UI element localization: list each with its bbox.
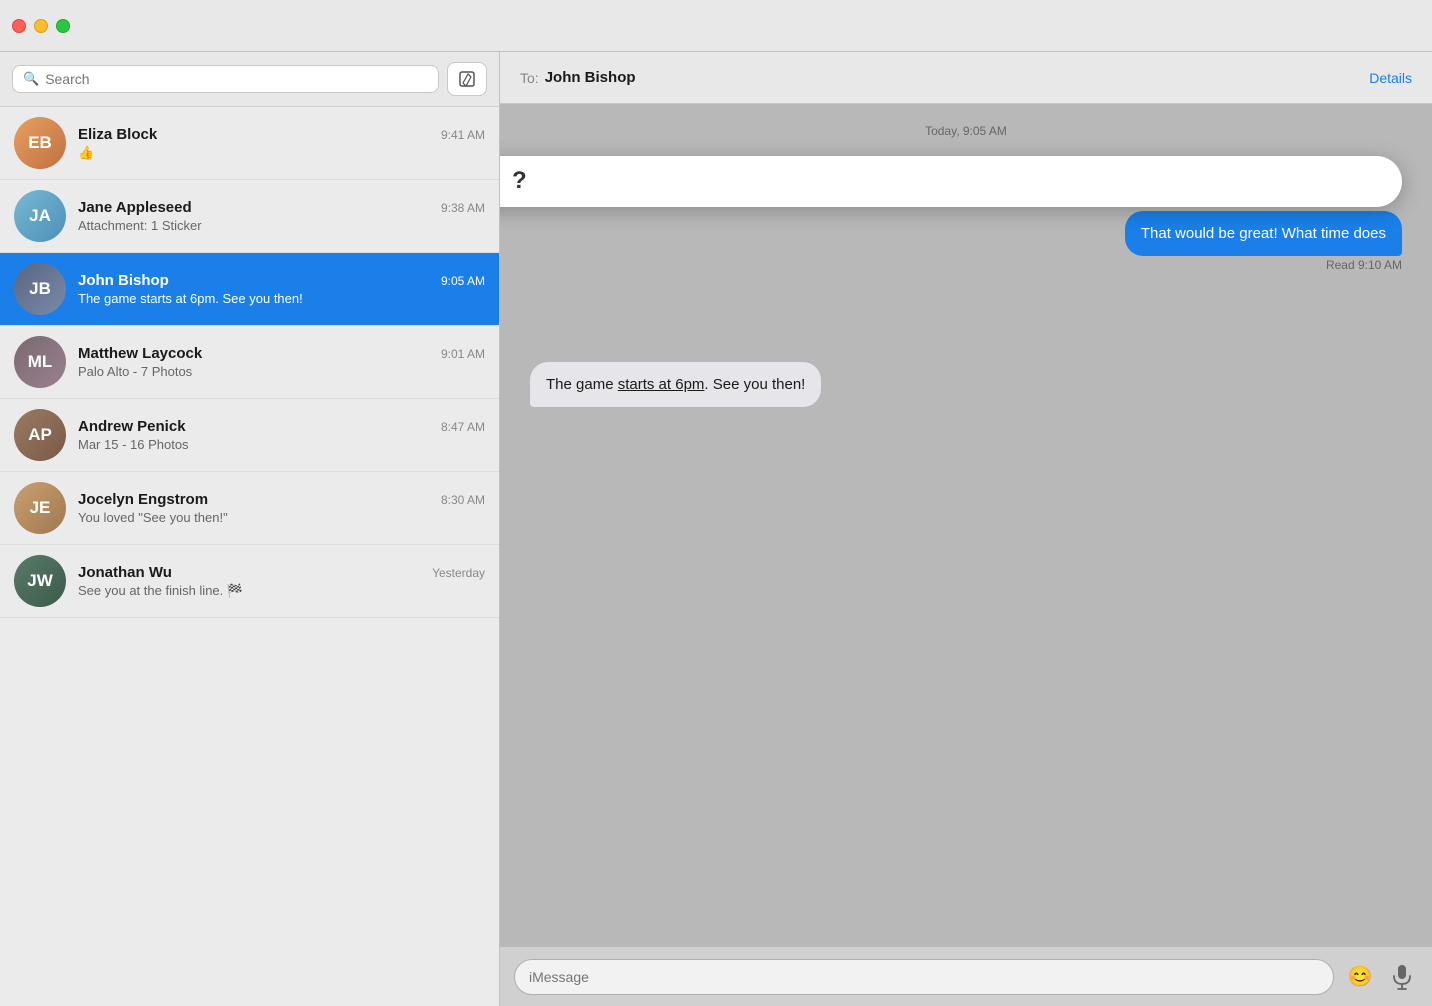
conv-info-jane: Jane Appleseed 9:38 AM Attachment: 1 Sti…	[78, 199, 485, 233]
close-button[interactable]	[12, 19, 26, 33]
conv-time-john: 9:05 AM	[441, 274, 485, 288]
recipient-name: John Bishop	[545, 69, 636, 86]
chat-header: To: John Bishop Details	[500, 52, 1432, 104]
conv-time-matthew: 9:01 AM	[441, 347, 485, 361]
to-label: To:	[520, 70, 539, 86]
imessage-input[interactable]	[514, 959, 1334, 995]
messages-container: Today, 9:05 AM Interested in watching th…	[500, 104, 1432, 946]
conv-preview-jocelyn: You loved "See you then!"	[78, 510, 485, 525]
conv-time-jocelyn: 8:30 AM	[441, 493, 485, 507]
conv-info-jocelyn: Jocelyn Engstrom 8:30 AM You loved "See …	[78, 491, 485, 525]
conv-preview-matthew: Palo Alto - 7 Photos	[78, 364, 485, 379]
compose-button[interactable]	[447, 62, 487, 96]
details-button[interactable]: Details	[1369, 70, 1412, 86]
search-bar[interactable]: 🔍	[12, 65, 439, 93]
conv-name-andrew: Andrew Penick	[78, 418, 186, 435]
sidebar: 🔍 EB Eliza Block 9:41 AM	[0, 52, 500, 1006]
conv-info-matthew: Matthew Laycock 9:01 AM Palo Alto - 7 Ph…	[78, 345, 485, 379]
conversation-list: EB Eliza Block 9:41 AM 👍 JA Jane Applese…	[0, 107, 499, 1006]
search-input[interactable]	[45, 71, 428, 87]
avatar-andrew: AP	[14, 409, 66, 461]
mic-icon	[1392, 964, 1412, 990]
conv-header-matthew: Matthew Laycock 9:01 AM	[78, 345, 485, 362]
conv-info-andrew: Andrew Penick 8:47 AM Mar 15 - 16 Photos	[78, 418, 485, 452]
message-bubble-received-2: The game starts at 6pm. See you then!	[530, 362, 821, 407]
sidebar-header: 🔍	[0, 52, 499, 107]
conv-preview-jonathan: See you at the finish line. 🏁	[78, 583, 485, 599]
message-bubble-sent-1: That would be great! What time does	[1125, 211, 1402, 256]
avatar-eliza: EB	[14, 117, 66, 169]
conv-preview-andrew: Mar 15 - 16 Photos	[78, 437, 485, 452]
chat-area: To: John Bishop Details Today, 9:05 AM I…	[500, 52, 1432, 1006]
conv-name-jonathan: Jonathan Wu	[78, 564, 172, 581]
search-icon: 🔍	[23, 71, 39, 87]
message-row-received-2: The game starts at 6pm. See you then!	[530, 362, 1402, 407]
tapback-popup: ♥ 👍 👎 HAHA !! ?	[500, 156, 1402, 207]
conv-info-john: John Bishop 9:05 AM The game starts at 6…	[78, 272, 485, 306]
conversation-item-john[interactable]: JB John Bishop 9:05 AM The game starts a…	[0, 253, 499, 326]
microphone-button[interactable]	[1386, 961, 1418, 993]
main-container: 🔍 EB Eliza Block 9:41 AM	[0, 52, 1432, 1006]
conv-info-eliza: Eliza Block 9:41 AM 👍	[78, 126, 485, 161]
conv-time-jane: 9:38 AM	[441, 201, 485, 215]
sent-message-container: That would be great! What time does Read…	[530, 211, 1402, 272]
conv-time-andrew: 8:47 AM	[441, 420, 485, 434]
avatar-john: JB	[14, 263, 66, 315]
conv-header-john: John Bishop 9:05 AM	[78, 272, 485, 289]
conv-header-eliza: Eliza Block 9:41 AM	[78, 126, 485, 143]
conversation-item-jonathan[interactable]: JW Jonathan Wu Yesterday See you at the …	[0, 545, 499, 618]
conv-preview-eliza: 👍	[78, 145, 485, 161]
tapback-question[interactable]: ?	[512, 167, 527, 195]
emoji-button[interactable]: 😊	[1344, 961, 1376, 993]
minimize-button[interactable]	[34, 19, 48, 33]
conv-name-jocelyn: Jocelyn Engstrom	[78, 491, 208, 508]
avatar-jocelyn: JE	[14, 482, 66, 534]
conversation-item-jocelyn[interactable]: JE Jocelyn Engstrom 8:30 AM You loved "S…	[0, 472, 499, 545]
conversation-item-andrew[interactable]: AP Andrew Penick 8:47 AM Mar 15 - 16 Pho…	[0, 399, 499, 472]
titlebar	[0, 0, 1432, 52]
conv-name-eliza: Eliza Block	[78, 126, 157, 143]
conv-time-eliza: 9:41 AM	[441, 128, 485, 142]
conv-info-jonathan: Jonathan Wu Yesterday See you at the fin…	[78, 564, 485, 599]
conv-header-jane: Jane Appleseed 9:38 AM	[78, 199, 485, 216]
avatar-jonathan: JW	[14, 555, 66, 607]
conv-header-jocelyn: Jocelyn Engstrom 8:30 AM	[78, 491, 485, 508]
conv-name-jane: Jane Appleseed	[78, 199, 192, 216]
avatar-jane: JA	[14, 190, 66, 242]
conv-name-john: John Bishop	[78, 272, 169, 289]
conversation-item-eliza[interactable]: EB Eliza Block 9:41 AM 👍	[0, 107, 499, 180]
read-receipt: Read 9:10 AM	[530, 258, 1402, 272]
conversation-item-matthew[interactable]: ML Matthew Laycock 9:01 AM Palo Alto - 7…	[0, 326, 499, 399]
underline-text: starts at 6pm	[618, 376, 705, 393]
conversation-item-jane[interactable]: JA Jane Appleseed 9:38 AM Attachment: 1 …	[0, 180, 499, 253]
avatar-matthew: ML	[14, 336, 66, 388]
conv-preview-jane: Attachment: 1 Sticker	[78, 218, 485, 233]
compose-icon	[458, 70, 476, 88]
maximize-button[interactable]	[56, 19, 70, 33]
date-label: Today, 9:05 AM	[530, 124, 1402, 138]
conv-header-jonathan: Jonathan Wu Yesterday	[78, 564, 485, 581]
conv-time-jonathan: Yesterday	[432, 566, 485, 580]
conv-name-matthew: Matthew Laycock	[78, 345, 202, 362]
conv-preview-john: The game starts at 6pm. See you then!	[78, 291, 485, 306]
input-bar: 😊	[500, 946, 1432, 1006]
traffic-lights	[12, 19, 70, 33]
conv-header-andrew: Andrew Penick 8:47 AM	[78, 418, 485, 435]
message-row-sent: That would be great! What time does	[530, 211, 1402, 256]
